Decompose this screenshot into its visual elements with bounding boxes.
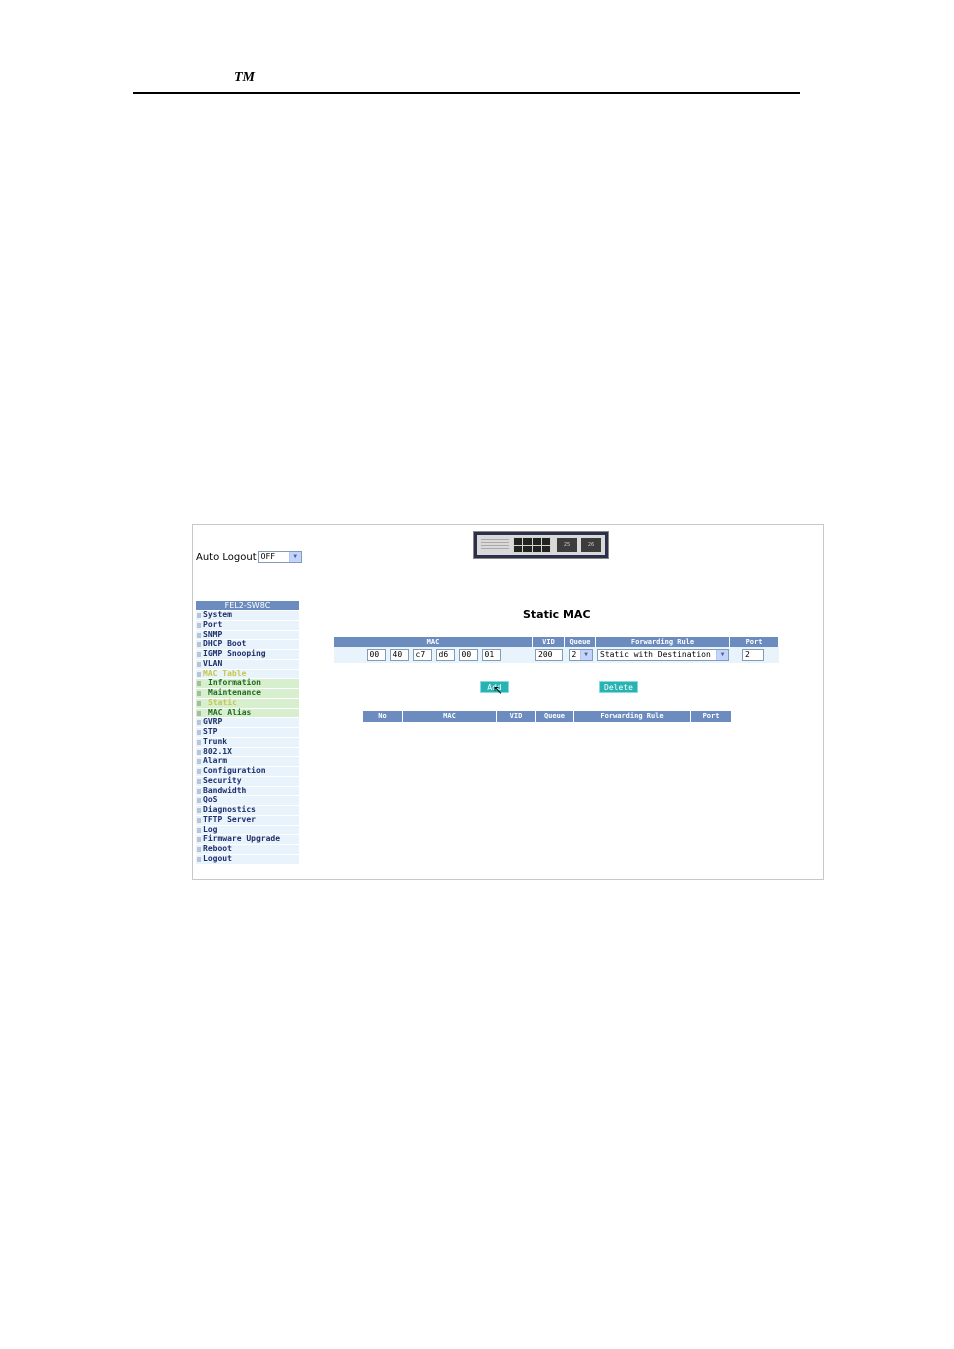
menu-title: FEL2-SW8C bbox=[196, 601, 299, 610]
list-header-vid: VID bbox=[497, 711, 536, 722]
list-header-forwarding-rule: Forwarding Rule bbox=[574, 711, 691, 722]
list-header-port: Port bbox=[691, 711, 732, 722]
mac-octet-2-input[interactable]: 40 bbox=[389, 649, 409, 661]
header-rule bbox=[133, 92, 800, 94]
list-header-queue: Queue bbox=[536, 711, 574, 722]
port-icon bbox=[532, 545, 541, 552]
device-rj45-ports bbox=[513, 537, 551, 553]
port-input[interactable]: 2 bbox=[742, 649, 764, 661]
sidebar-menu: FEL2-SW8C System Port SNMP DHCP Boot IGM… bbox=[196, 601, 299, 865]
auto-logout-value: OFF bbox=[260, 552, 276, 561]
device-panel: 25 26 bbox=[477, 535, 605, 555]
chevron-down-icon: ▼ bbox=[288, 552, 301, 562]
vid-cell: 200 bbox=[533, 647, 565, 663]
mac-octet-5-input[interactable]: 00 bbox=[458, 649, 478, 661]
form-input-row: 00 40 c7 d6 00 01 200 2 ▼ Static with De… bbox=[334, 647, 779, 663]
fiber-port-icon: 25 bbox=[557, 538, 577, 552]
queue-value: 2 bbox=[571, 650, 577, 659]
column-header-vid: VID bbox=[533, 637, 565, 647]
mouse-pointer-icon: ↖ bbox=[493, 683, 504, 697]
chevron-down-icon: ▼ bbox=[716, 650, 728, 660]
port-icon bbox=[523, 545, 532, 552]
delete-button[interactable]: Delete bbox=[599, 681, 638, 693]
fiber-port-icon: 26 bbox=[581, 538, 601, 552]
list-header-mac: MAC bbox=[403, 711, 497, 722]
forwarding-rule-cell: Static with Destination Drop ▼ bbox=[596, 647, 730, 663]
queue-cell: 2 ▼ bbox=[565, 647, 596, 663]
page-title: Static MAC bbox=[523, 608, 591, 621]
column-header-forwarding-rule: Forwarding Rule bbox=[596, 637, 730, 647]
queue-select[interactable]: 2 ▼ bbox=[568, 649, 593, 661]
port-icon bbox=[541, 538, 550, 545]
vid-input[interactable]: 200 bbox=[535, 649, 563, 661]
web-ui-screenshot: Auto Logout OFF ▼ 25 26 FEL2-SW8C System… bbox=[192, 524, 824, 880]
port-icon bbox=[532, 538, 541, 545]
static-mac-list-header: No MAC VID Queue Forwarding Rule Port bbox=[363, 711, 732, 722]
auto-logout: Auto Logout OFF ▼ bbox=[196, 551, 302, 563]
list-header-no: No bbox=[363, 711, 403, 722]
port-icon bbox=[514, 538, 523, 545]
mac-inputs: 00 40 c7 d6 00 01 bbox=[334, 647, 533, 663]
sidebar-item-logout[interactable]: Logout bbox=[196, 854, 299, 865]
device-fiber-ports: 25 26 bbox=[557, 538, 601, 552]
form-header-row: MAC VID Queue Forwarding Rule Port bbox=[334, 637, 779, 647]
mac-octet-6-input[interactable]: 01 bbox=[481, 649, 501, 661]
chevron-down-icon: ▼ bbox=[579, 650, 592, 660]
auto-logout-select[interactable]: OFF ▼ bbox=[257, 551, 302, 563]
port-icon bbox=[523, 538, 532, 545]
device-leds bbox=[481, 539, 509, 550]
port-cell: 2 bbox=[730, 647, 779, 663]
column-header-queue: Queue bbox=[565, 637, 596, 647]
port-icon bbox=[541, 545, 550, 552]
column-header-mac: MAC bbox=[334, 637, 533, 647]
column-header-port: Port bbox=[730, 637, 779, 647]
mac-octet-3-input[interactable]: c7 bbox=[412, 649, 432, 661]
forwarding-rule-select[interactable]: Static with Destination Drop ▼ bbox=[597, 649, 729, 661]
mac-octet-1-input[interactable]: 00 bbox=[366, 649, 386, 661]
switch-device-image: 25 26 bbox=[473, 531, 609, 559]
mac-octet-4-input[interactable]: d6 bbox=[435, 649, 455, 661]
forwarding-rule-value: Static with Destination Drop bbox=[600, 650, 729, 659]
auto-logout-label: Auto Logout bbox=[196, 551, 257, 563]
trademark-mark: TM bbox=[234, 70, 255, 85]
static-mac-form: MAC VID Queue Forwarding Rule Port 00 40… bbox=[334, 637, 779, 663]
port-icon bbox=[514, 545, 523, 552]
